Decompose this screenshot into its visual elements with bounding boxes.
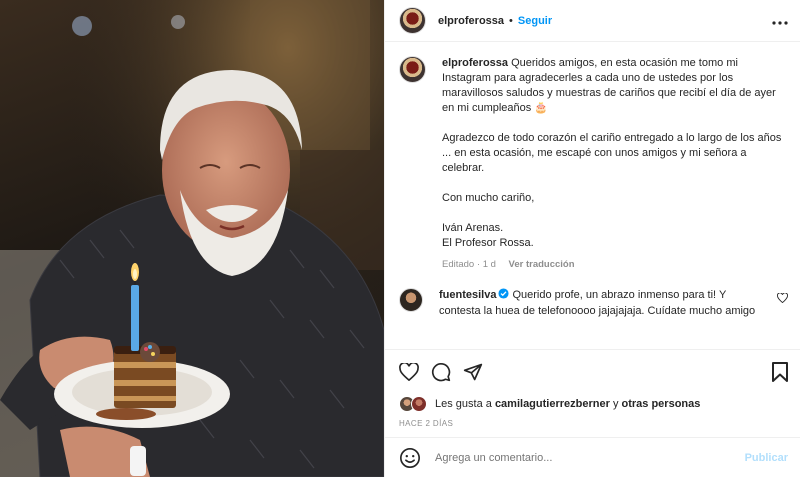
likes-prefix: Les gusta a <box>435 398 492 410</box>
birthday-photo-illustration <box>0 0 384 477</box>
author-username[interactable]: elproferossa <box>438 15 504 27</box>
save-bookmark-icon[interactable] <box>772 361 788 382</box>
caption: elproferossa Queridos amigos, en esta oc… <box>399 56 788 272</box>
share-send-icon[interactable] <box>463 362 483 382</box>
caption-time: 1 d <box>482 259 496 270</box>
commenter-username[interactable]: fuentesilva <box>439 289 496 301</box>
more-options-icon[interactable] <box>772 12 788 29</box>
commenter-avatar[interactable] <box>399 288 423 312</box>
likes-summary: Les gusta a camilagutierrezberner y otra… <box>385 393 800 415</box>
author-avatar[interactable] <box>399 7 426 34</box>
caption-paragraph-3: Con mucho cariño, <box>442 192 535 204</box>
emoji-icon[interactable] <box>399 447 421 469</box>
caption-signature-1: Iván Arenas. <box>442 222 504 234</box>
instagram-post-modal: elproferossa • Seguir elproferossa Queri… <box>0 0 800 477</box>
verified-badge-icon <box>498 288 510 304</box>
publish-button[interactable]: Publicar <box>745 452 788 464</box>
like-heart-icon[interactable] <box>399 362 419 381</box>
meta-separator: · <box>476 259 481 270</box>
comment-item: fuentesilva Querido profe, un abrazo inme… <box>399 288 788 319</box>
follow-button[interactable]: Seguir <box>518 15 552 27</box>
caption-author-avatar[interactable] <box>399 56 426 83</box>
caption-username[interactable]: elproferossa <box>442 57 508 69</box>
header-separator: • <box>509 14 513 27</box>
translate-link[interactable]: Ver traducción <box>509 259 575 270</box>
liker-username[interactable]: camilagutierrezberner <box>495 398 610 410</box>
edited-label: Editado <box>442 259 475 270</box>
comment-input[interactable] <box>435 451 745 464</box>
post-side-panel: elproferossa • Seguir elproferossa Queri… <box>384 0 800 477</box>
caption-paragraph-2: Agradezco de todo corazón el cariño entr… <box>442 132 782 174</box>
add-comment-bar: Publicar <box>385 437 800 477</box>
comment-bubble-icon[interactable] <box>431 362 451 382</box>
post-actions <box>385 349 800 393</box>
post-photo[interactable] <box>0 0 384 477</box>
likers-avatars[interactable] <box>399 396 431 412</box>
caption-meta: Editado · 1 d Ver traducción <box>442 257 788 272</box>
caption-signature-2: El Profesor Rossa. <box>442 237 534 249</box>
post-timestamp[interactable]: HACE 2 DÍAS <box>385 415 800 437</box>
likes-connector: y <box>612 398 619 410</box>
post-header: elproferossa • Seguir <box>385 0 800 42</box>
like-comment-heart-icon[interactable] <box>777 292 788 306</box>
caption-paragraph-1: elproferossa Queridos amigos, en esta oc… <box>442 56 788 116</box>
caption-body: elproferossa Queridos amigos, en esta oc… <box>442 56 788 272</box>
comment-body: fuentesilva Querido profe, un abrazo inme… <box>439 288 769 319</box>
comments-area[interactable]: elproferossa Queridos amigos, en esta oc… <box>385 42 800 349</box>
likes-others-link[interactable]: otras personas <box>622 398 701 410</box>
